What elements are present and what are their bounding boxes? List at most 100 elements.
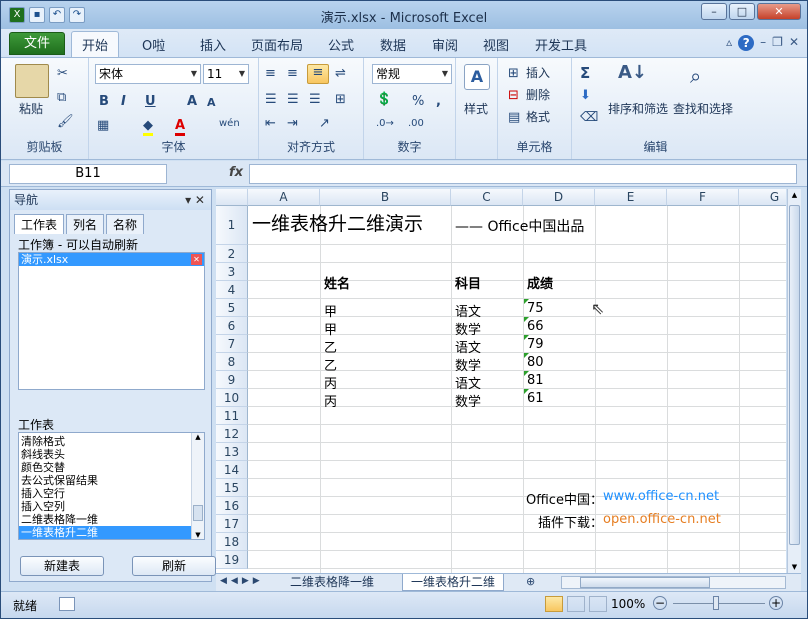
paste-button[interactable]: 粘贴 xyxy=(19,100,43,117)
paste-icon[interactable] xyxy=(15,64,49,98)
shrink-font-icon[interactable]: A xyxy=(207,96,216,109)
row-header[interactable]: 1 xyxy=(216,206,248,245)
list-item[interactable]: 颜色交替 xyxy=(19,461,191,474)
tab-ola[interactable]: O啦 xyxy=(142,35,165,54)
zoom-slider-thumb[interactable] xyxy=(713,596,719,610)
score-cell[interactable]: 75 xyxy=(527,301,544,316)
fill-icon[interactable]: ⬇ xyxy=(580,88,591,103)
header-score-cell[interactable]: 成绩 xyxy=(527,273,553,292)
nav-tab-sheets[interactable]: 工作表 xyxy=(14,214,65,234)
format-painter-icon[interactable]: 🖌 xyxy=(57,114,74,129)
nav-tab-columns[interactable]: 列名 xyxy=(66,214,105,234)
close-button[interactable]: ✕ xyxy=(757,3,801,20)
row-header[interactable]: 18 xyxy=(216,533,248,551)
tab-insert[interactable]: 插入 xyxy=(200,35,226,54)
list-item[interactable]: 清除格式 xyxy=(19,435,191,448)
vertical-scrollbar[interactable]: ▲ ▼ xyxy=(787,189,801,573)
nav-tab-names[interactable]: 名称 xyxy=(106,214,145,234)
column-header[interactable]: G xyxy=(739,189,786,206)
score-cell[interactable]: 66 xyxy=(527,319,544,334)
column-header[interactable]: E xyxy=(595,189,667,206)
minimize-button[interactable]: – xyxy=(701,3,727,20)
sheet-tab-active[interactable]: 一维表格升二维 xyxy=(402,574,505,591)
scroll-thumb[interactable] xyxy=(789,205,800,545)
find-select-button[interactable]: 查找和选择 xyxy=(673,100,733,117)
phonetic-icon[interactable]: wén xyxy=(219,118,240,129)
hscroll-thumb[interactable] xyxy=(580,577,710,588)
list-item[interactable]: 插入空行 xyxy=(19,487,191,500)
align-center-icon[interactable]: ☰ xyxy=(287,92,299,107)
binoculars-icon[interactable]: ⌕ xyxy=(690,64,701,88)
row-header[interactable]: 8 xyxy=(216,353,248,371)
sheet-tab[interactable]: 二维表格降一维 xyxy=(282,574,382,591)
decrease-indent-icon[interactable]: ⇤ xyxy=(265,116,276,131)
tab-file[interactable]: 文件 xyxy=(9,32,65,55)
insert-sheet-icon[interactable]: ⊕ xyxy=(526,575,535,588)
subject-cell[interactable]: 语文 xyxy=(455,301,481,320)
insert-cells-button[interactable]: 插入 xyxy=(526,64,550,81)
sheet-list-scrollbar[interactable]: ▲ ▼ xyxy=(191,433,204,539)
tab-page-layout[interactable]: 页面布局 xyxy=(251,35,303,54)
column-header[interactable]: F xyxy=(667,189,739,206)
autosum-icon[interactable]: Σ xyxy=(580,64,590,82)
workbook-close-icon[interactable]: ✕ xyxy=(789,35,799,51)
row-header[interactable]: 16 xyxy=(216,497,248,515)
styles-button[interactable]: 样式 xyxy=(464,100,488,117)
tab-home[interactable]: 开始 xyxy=(71,31,120,57)
styles-icon[interactable]: A xyxy=(464,64,490,90)
font-size-combo[interactable]: 11 ▼ xyxy=(203,64,249,84)
workbook-restore-icon[interactable]: ❐ xyxy=(772,35,783,51)
zoom-level[interactable]: 100% xyxy=(611,597,645,611)
row-header[interactable]: 13 xyxy=(216,443,248,461)
score-cell[interactable]: 81 xyxy=(527,373,544,388)
nav-close-icon[interactable]: ▾ ✕ xyxy=(185,190,205,210)
header-subject-cell[interactable]: 科目 xyxy=(455,273,481,292)
insert-function-icon[interactable]: fx xyxy=(229,165,243,180)
list-item-selected[interactable]: 一维表格升二维 xyxy=(19,526,191,539)
zoom-out-icon[interactable]: − xyxy=(653,596,667,610)
scroll-up-icon[interactable]: ▲ xyxy=(788,191,801,199)
increase-indent-icon[interactable]: ⇥ xyxy=(287,116,298,131)
worksheet-grid[interactable]: A B C D E F G 1 2 3 4 5 6 7 8 9 10 11 12 13 14 15 16 17 1… xyxy=(216,189,786,573)
accounting-icon[interactable]: 💲 xyxy=(376,92,392,107)
row-header[interactable]: 6 xyxy=(216,317,248,335)
delete-cells-icon[interactable]: ⊟ xyxy=(508,88,519,103)
sort-filter-button[interactable]: 排序和筛选 xyxy=(608,100,668,117)
row-header[interactable]: 7 xyxy=(216,335,248,353)
plugin-label-cell[interactable]: 插件下载： xyxy=(538,512,603,531)
close-icon[interactable]: ✕ xyxy=(191,254,202,265)
row-header[interactable]: 10 xyxy=(216,389,248,407)
align-top-icon[interactable]: ≡ xyxy=(265,66,276,81)
clear-icon[interactable]: ⌫ xyxy=(580,110,598,125)
row-header[interactable]: 14 xyxy=(216,461,248,479)
scroll-up-icon[interactable]: ▲ xyxy=(192,433,204,441)
row-header[interactable]: 4 xyxy=(216,281,248,299)
increase-decimal-icon[interactable]: .0→ xyxy=(376,118,394,129)
workbook-list[interactable]: 演示.xlsx ✕ xyxy=(18,252,205,390)
tab-developer[interactable]: 开发工具 xyxy=(535,35,587,54)
score-cell[interactable]: 80 xyxy=(527,355,544,370)
page-layout-view-icon[interactable] xyxy=(567,596,585,612)
subject-cell[interactable]: 数学 xyxy=(455,391,481,410)
align-middle-icon[interactable]: ≡ xyxy=(287,66,298,81)
bold-icon[interactable]: B xyxy=(99,94,109,109)
sort-filter-icon[interactable]: A↓ xyxy=(618,62,647,83)
title-cell[interactable]: 一维表格升二维演示 xyxy=(252,209,423,236)
list-item[interactable]: 二维表格降一维 xyxy=(19,513,191,526)
row-header[interactable]: 2 xyxy=(216,245,248,263)
new-sheet-button[interactable]: 新建表 xyxy=(20,556,104,576)
font-name-combo[interactable]: 宋体 ▼ xyxy=(95,64,201,84)
select-all-corner[interactable] xyxy=(216,189,248,206)
subject-cell[interactable]: 语文 xyxy=(455,373,481,392)
maximize-button[interactable]: □ xyxy=(729,3,755,20)
tab-review[interactable]: 审阅 xyxy=(432,35,458,54)
orientation-icon[interactable]: ↗ xyxy=(319,116,330,131)
name-cell[interactable]: 乙 xyxy=(324,355,337,374)
row-header[interactable]: 3 xyxy=(216,263,248,281)
format-cells-icon[interactable]: ▤ xyxy=(508,110,520,125)
row-header[interactable]: 9 xyxy=(216,371,248,389)
column-header[interactable]: B xyxy=(320,189,451,206)
header-name-cell[interactable]: 姓名 xyxy=(324,273,350,292)
merge-center-icon[interactable]: ⊞ xyxy=(335,92,346,107)
help-icon[interactable]: ? xyxy=(738,35,755,51)
